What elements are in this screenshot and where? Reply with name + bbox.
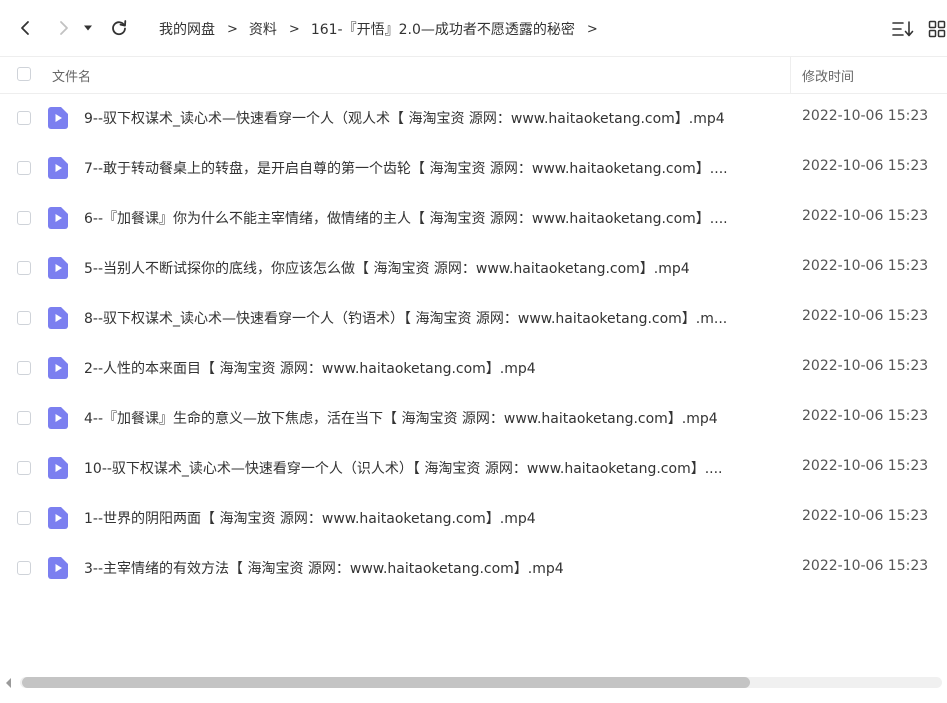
file-modified-time: 2022-10-06 15:23 [802,358,929,374]
file-name[interactable]: 10--驭下权谋术_读心术—快速看穿一个人（识人术）【 海淘宝资 源网：www.… [84,458,784,478]
file-row[interactable]: 1--世界的阴阳两面【 海淘宝资 源网：www.haitaoketang.com… [0,493,947,543]
file-list-header: 文件名 修改时间 [0,57,947,94]
video-file-icon [48,257,68,279]
chevron-right-icon [60,21,68,35]
refresh-button[interactable] [106,15,132,41]
column-header-modified-time[interactable]: 修改时间 [802,66,854,85]
file-modified-time: 2022-10-06 15:23 [802,158,929,174]
back-button[interactable] [13,15,39,41]
file-list: 9--驭下权谋术_读心术—快速看穿一个人（观人术【 海淘宝资 源网：www.ha… [0,93,947,593]
file-name[interactable]: 8--驭下权谋术_读心术—快速看穿一个人（钓语术）【 海淘宝资 源网：www.h… [84,308,784,328]
file-row[interactable]: 10--驭下权谋术_读心术—快速看穿一个人（识人术）【 海淘宝资 源网：www.… [0,443,947,493]
file-row[interactable]: 8--驭下权谋术_读心术—快速看穿一个人（钓语术）【 海淘宝资 源网：www.h… [0,293,947,343]
file-name[interactable]: 5--当别人不断试探你的底线，你应该怎么做【 海淘宝资 源网：www.haita… [84,258,784,278]
file-modified-time: 2022-10-06 15:23 [802,508,929,524]
column-header-name[interactable]: 文件名 [52,66,91,85]
grid-view-icon [928,20,946,38]
scroll-left-arrow-icon[interactable] [6,678,11,688]
video-file-icon [48,557,68,579]
toolbar: 我的网盘 > 资料 > 161-『开悟』2.0—成功者不愿透露的秘密 > [0,0,947,57]
row-checkbox[interactable] [17,261,31,275]
file-name[interactable]: 9--驭下权谋术_读心术—快速看穿一个人（观人术【 海淘宝资 源网：www.ha… [84,108,784,128]
file-row[interactable]: 3--主宰情绪的有效方法【 海淘宝资 源网：www.haitaoketang.c… [0,543,947,593]
file-row[interactable]: 7--敢于转动餐桌上的转盘，是开启自尊的第一个齿轮【 海淘宝资 源网：www.h… [0,143,947,193]
row-checkbox[interactable] [17,161,31,175]
file-modified-time: 2022-10-06 15:23 [802,308,929,324]
breadcrumb: 我的网盘 > 资料 > 161-『开悟』2.0—成功者不愿透露的秘密 > [159,19,609,39]
row-checkbox[interactable] [17,361,31,375]
video-file-icon [48,457,68,479]
file-row[interactable]: 5--当别人不断试探你的底线，你应该怎么做【 海淘宝资 源网：www.haita… [0,243,947,293]
file-modified-time: 2022-10-06 15:23 [802,208,929,224]
row-checkbox[interactable] [17,561,31,575]
sort-button[interactable] [891,17,915,41]
row-checkbox[interactable] [17,411,31,425]
file-browser-window: 我的网盘 > 资料 > 161-『开悟』2.0—成功者不愿透露的秘密 > 文件名 [0,0,947,703]
file-modified-time: 2022-10-06 15:23 [802,458,929,474]
video-file-icon [48,507,68,529]
file-name[interactable]: 4--『加餐课』生命的意义—放下焦虑，活在当下【 海淘宝资 源网：www.hai… [84,408,784,428]
video-file-icon [48,307,68,329]
horizontal-scrollbar[interactable] [0,674,947,692]
history-dropdown-button[interactable] [80,15,96,41]
refresh-icon [112,20,127,36]
column-divider[interactable] [790,57,791,93]
caret-down-icon [84,25,92,31]
view-mode-button[interactable] [925,17,947,41]
chevron-left-icon [21,21,29,35]
file-name[interactable]: 7--敢于转动餐桌上的转盘，是开启自尊的第一个齿轮【 海淘宝资 源网：www.h… [84,158,784,178]
file-name[interactable]: 1--世界的阴阳两面【 海淘宝资 源网：www.haitaoketang.com… [84,508,784,528]
row-checkbox[interactable] [17,111,31,125]
breadcrumb-item-home[interactable]: 我的网盘 [159,19,215,39]
file-name[interactable]: 2--人性的本来面目【 海淘宝资 源网：www.haitaoketang.com… [84,358,784,378]
breadcrumb-item-current-folder[interactable]: 161-『开悟』2.0—成功者不愿透露的秘密 [311,19,575,39]
file-modified-time: 2022-10-06 15:23 [802,558,929,574]
file-name[interactable]: 3--主宰情绪的有效方法【 海淘宝资 源网：www.haitaoketang.c… [84,558,784,578]
file-modified-time: 2022-10-06 15:23 [802,108,929,124]
scrollbar-thumb[interactable] [22,677,750,688]
row-checkbox[interactable] [17,461,31,475]
row-checkbox[interactable] [17,511,31,525]
file-row[interactable]: 2--人性的本来面目【 海淘宝资 源网：www.haitaoketang.com… [0,343,947,393]
file-modified-time: 2022-10-06 15:23 [802,258,929,274]
video-file-icon [48,107,68,129]
row-checkbox[interactable] [17,311,31,325]
forward-button[interactable] [50,15,76,41]
file-row[interactable]: 4--『加餐课』生命的意义—放下焦虑，活在当下【 海淘宝资 源网：www.hai… [0,393,947,443]
breadcrumb-item-materials[interactable]: 资料 [249,19,277,39]
file-name[interactable]: 6--『加餐课』你为什么不能主宰情绪，做情绪的主人【 海淘宝资 源网：www.h… [84,208,784,228]
video-file-icon [48,407,68,429]
select-all-checkbox[interactable] [17,67,31,81]
video-file-icon [48,207,68,229]
file-modified-time: 2022-10-06 15:23 [802,408,929,424]
row-checkbox[interactable] [17,211,31,225]
video-file-icon [48,357,68,379]
breadcrumb-separator: > [288,21,300,37]
sort-icon [892,21,914,37]
breadcrumb-separator[interactable]: > [587,22,598,37]
file-row[interactable]: 6--『加餐课』你为什么不能主宰情绪，做情绪的主人【 海淘宝资 源网：www.h… [0,193,947,243]
breadcrumb-separator: > [227,21,238,37]
file-row[interactable]: 9--驭下权谋术_读心术—快速看穿一个人（观人术【 海淘宝资 源网：www.ha… [0,93,947,143]
video-file-icon [48,157,68,179]
